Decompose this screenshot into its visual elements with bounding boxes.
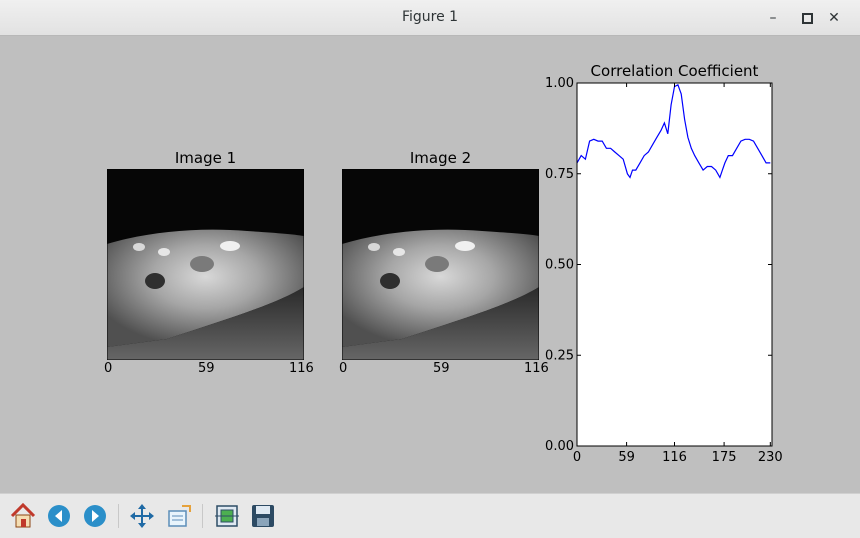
subplots-icon[interactable] [213,502,241,530]
y-tick-label-4: 1.00 [545,76,574,91]
image2-xtick-1: 59 [433,361,450,376]
window-titlebar: Figure 1 – ✕ [0,0,860,36]
correlation-chart[interactable]: 0.00 0.25 0.50 0.75 1.00 0 59 116 175 230 [530,72,800,472]
figure-canvas[interactable]: Image 1 0 59 116 Image 2 0 59 116 Correl… [0,36,860,493]
home-icon[interactable] [9,502,37,530]
minimize-icon[interactable]: – [763,8,783,28]
image2-axes[interactable] [342,169,539,360]
image1-axes[interactable] [107,169,304,360]
x-tick-label-3: 175 [712,450,737,465]
maximize-icon[interactable] [797,8,817,28]
pan-icon[interactable] [128,502,156,530]
image1-title: Image 1 [174,149,237,167]
forward-arrow-icon[interactable] [81,502,109,530]
close-icon[interactable]: ✕ [824,8,844,28]
image1-xtick-0: 0 [104,361,113,376]
navigation-toolbar [0,493,860,538]
image2-xtick-0: 0 [339,361,348,376]
y-tick-label-1: 0.25 [545,348,574,363]
x-tick-label-1: 59 [618,450,635,465]
y-tick-label-3: 0.75 [545,167,574,182]
x-tick-label-2: 116 [662,450,687,465]
image1-xtick-2: 116 [289,361,314,376]
y-tick-label-0: 0.00 [545,439,574,454]
y-tick-label-2: 0.50 [545,258,574,273]
plot-area [577,83,772,446]
x-tick-label-4: 230 [758,450,783,465]
image1-xtick-1: 59 [198,361,215,376]
back-arrow-icon[interactable] [45,502,73,530]
image2-title: Image 2 [409,149,472,167]
toolbar-separator [202,504,203,528]
zoom-icon[interactable] [165,502,193,530]
save-icon[interactable] [249,502,277,530]
window-title: Figure 1 [401,9,459,25]
toolbar-separator [118,504,119,528]
x-tick-label-0: 0 [573,450,581,465]
